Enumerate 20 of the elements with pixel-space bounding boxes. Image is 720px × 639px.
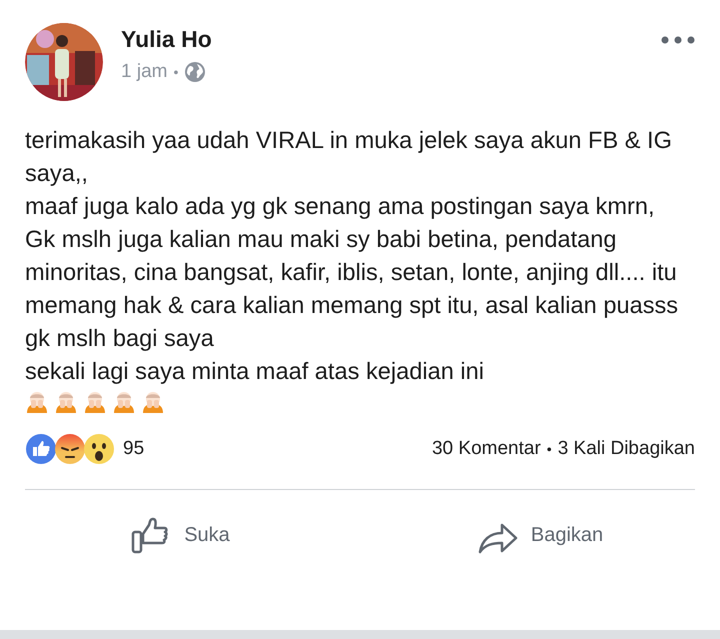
thumbs-up-reaction-icon[interactable] <box>25 433 57 465</box>
more-options-icon[interactable] <box>661 36 695 44</box>
share-button[interactable]: Bagikan <box>360 515 720 555</box>
post-text: maaf juga kalo ada yg gk senang ama postingan saya kmrn, <box>25 193 656 222</box>
person-covering-face-icon <box>25 391 49 413</box>
person-covering-face-icon <box>83 391 107 413</box>
person-covering-face-icon <box>141 391 165 413</box>
globe-icon <box>184 61 206 84</box>
reaction-count[interactable]: 95 <box>123 434 144 464</box>
post-text: sekali lagi saya minta maaf atas kejadian ini <box>25 358 486 387</box>
surprised-face-icon[interactable] <box>83 433 115 465</box>
like-button[interactable]: Suka <box>0 514 360 556</box>
author-name[interactable]: Yulia Ho <box>121 24 212 54</box>
person-covering-face-icon <box>54 391 78 413</box>
separator-dot: • <box>546 440 552 458</box>
person-covering-face-icon <box>112 391 136 413</box>
share-count[interactable]: 3 Kali Dibagikan <box>558 434 695 464</box>
comment-count[interactable]: 30 Komentar <box>432 434 541 464</box>
angry-face-icon[interactable] <box>54 433 86 465</box>
separator-dot: • <box>173 62 178 82</box>
